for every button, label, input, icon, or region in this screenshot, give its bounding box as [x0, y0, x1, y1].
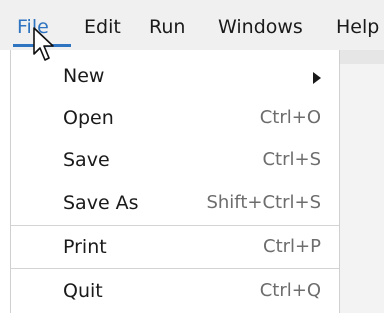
menu-item-shortcut: Shift+Ctrl+S	[206, 192, 321, 213]
application-window: File Edit Run Windows Help New Open Ctrl…	[0, 0, 384, 313]
menu-item-label: New	[63, 65, 105, 87]
background-panel	[338, 50, 384, 313]
menu-edit[interactable]: Edit	[84, 14, 121, 40]
menu-item-save-as[interactable]: Save As Shift+Ctrl+S	[11, 182, 339, 224]
mouse-pointer-icon	[33, 27, 54, 61]
menu-item-label: Save As	[63, 192, 139, 214]
menu-item-new[interactable]: New	[11, 55, 339, 97]
menu-run[interactable]: Run	[149, 14, 185, 40]
menu-separator	[11, 268, 339, 269]
menu-item-label: Print	[63, 236, 107, 258]
menu-item-label: Quit	[63, 280, 103, 302]
menu-item-save[interactable]: Save Ctrl+S	[11, 139, 339, 181]
menu-item-shortcut: Ctrl+O	[259, 107, 321, 128]
menu-item-quit[interactable]: Quit Ctrl+Q	[11, 270, 339, 312]
menu-item-open[interactable]: Open Ctrl+O	[11, 97, 339, 139]
menu-item-shortcut: Ctrl+S	[262, 149, 321, 170]
menu-item-shortcut: Ctrl+P	[263, 236, 321, 257]
menu-item-label: Save	[63, 149, 110, 171]
menu-help[interactable]: Help	[336, 14, 379, 40]
menu-item-print[interactable]: Print Ctrl+P	[11, 226, 339, 268]
chevron-right-icon	[313, 72, 321, 84]
menu-item-label: Open	[63, 107, 114, 129]
menu-bar: File Edit Run Windows Help	[0, 0, 384, 50]
menu-item-shortcut: Ctrl+Q	[259, 280, 321, 301]
menu-windows[interactable]: Windows	[218, 14, 303, 40]
background-panel-header	[339, 50, 384, 64]
file-menu-dropdown: New Open Ctrl+O Save Ctrl+S Save As Shif…	[10, 50, 340, 313]
